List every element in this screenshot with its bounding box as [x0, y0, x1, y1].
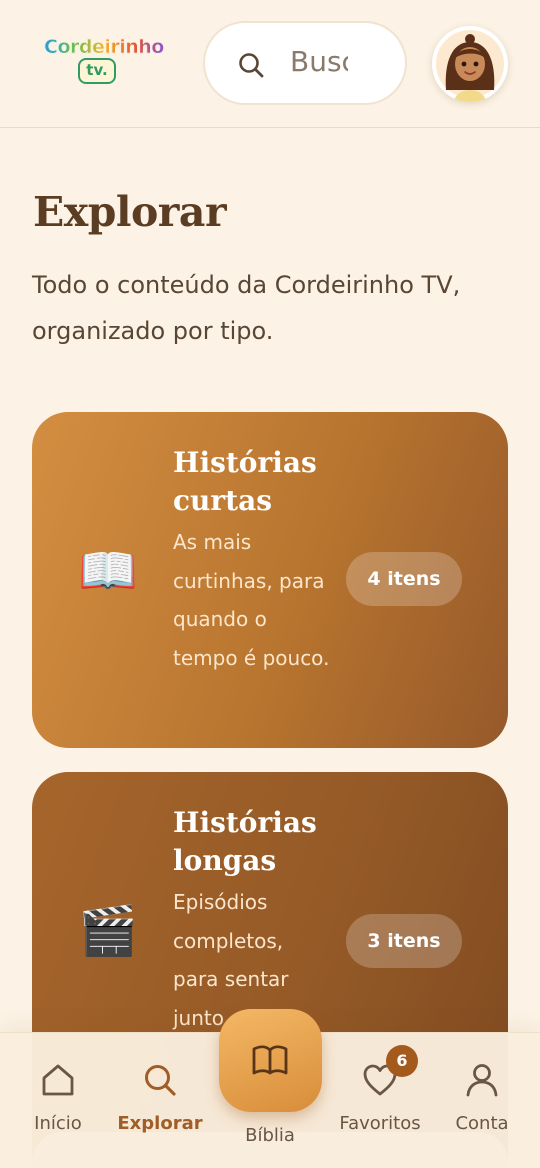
- search-input[interactable]: Buscar: [203, 21, 407, 105]
- nav-item-bible[interactable]: [219, 1009, 322, 1112]
- home-icon: [42, 1064, 74, 1096]
- nav-label: Início: [34, 1113, 82, 1134]
- item-count-badge: 3 itens: [346, 914, 462, 968]
- nav-label-bible: Bíblia: [245, 1125, 295, 1146]
- card-title: Histórias longas: [173, 806, 317, 877]
- logo-wordmark: Cordeirinho: [44, 36, 165, 59]
- user-icon: [466, 1064, 498, 1097]
- search-icon: [145, 1065, 176, 1096]
- nav-item-home[interactable]: Início: [8, 1061, 108, 1134]
- favorites-count-badge: 6: [386, 1045, 418, 1077]
- nav-item-account[interactable]: Conta: [432, 1061, 532, 1134]
- app-header: Cordeirinho tv. Buscar: [0, 0, 540, 128]
- logo-tv-badge: tv.: [78, 58, 116, 84]
- category-card-short-stories[interactable]: 📖 Histórias curtas As mais curtinhas, pa…: [32, 412, 508, 748]
- search-placeholder: Buscar: [290, 45, 348, 78]
- nav-item-explore[interactable]: Explorar: [110, 1061, 210, 1134]
- cordeirinho-tv-logo[interactable]: Cordeirinho tv.: [44, 36, 165, 86]
- search-icon: [239, 53, 264, 78]
- bottom-navigation: Início Explorar Bíblia Favoritos 6 Conta: [0, 1009, 540, 1168]
- page-title: Explorar: [33, 188, 227, 236]
- open-book-icon: [252, 1045, 288, 1075]
- page-subtitle: Todo o conteúdo da Cordeirinho TV, organ…: [32, 271, 461, 345]
- avatar-girl-illustration: [436, 30, 504, 102]
- book-icon: 📖: [78, 543, 138, 599]
- card-title: Histórias curtas: [173, 446, 317, 517]
- avatar[interactable]: [432, 26, 508, 102]
- nav-label: Conta: [455, 1113, 509, 1134]
- nav-item-favorites[interactable]: Favoritos: [330, 1061, 430, 1134]
- nav-label: Explorar: [117, 1113, 203, 1134]
- card-description: As mais curtinhas, para quando o tempo é…: [173, 530, 330, 670]
- item-count-badge: 4 itens: [346, 552, 462, 606]
- nav-label: Favoritos: [339, 1113, 421, 1134]
- clapperboard-icon: 🎬: [78, 903, 138, 959]
